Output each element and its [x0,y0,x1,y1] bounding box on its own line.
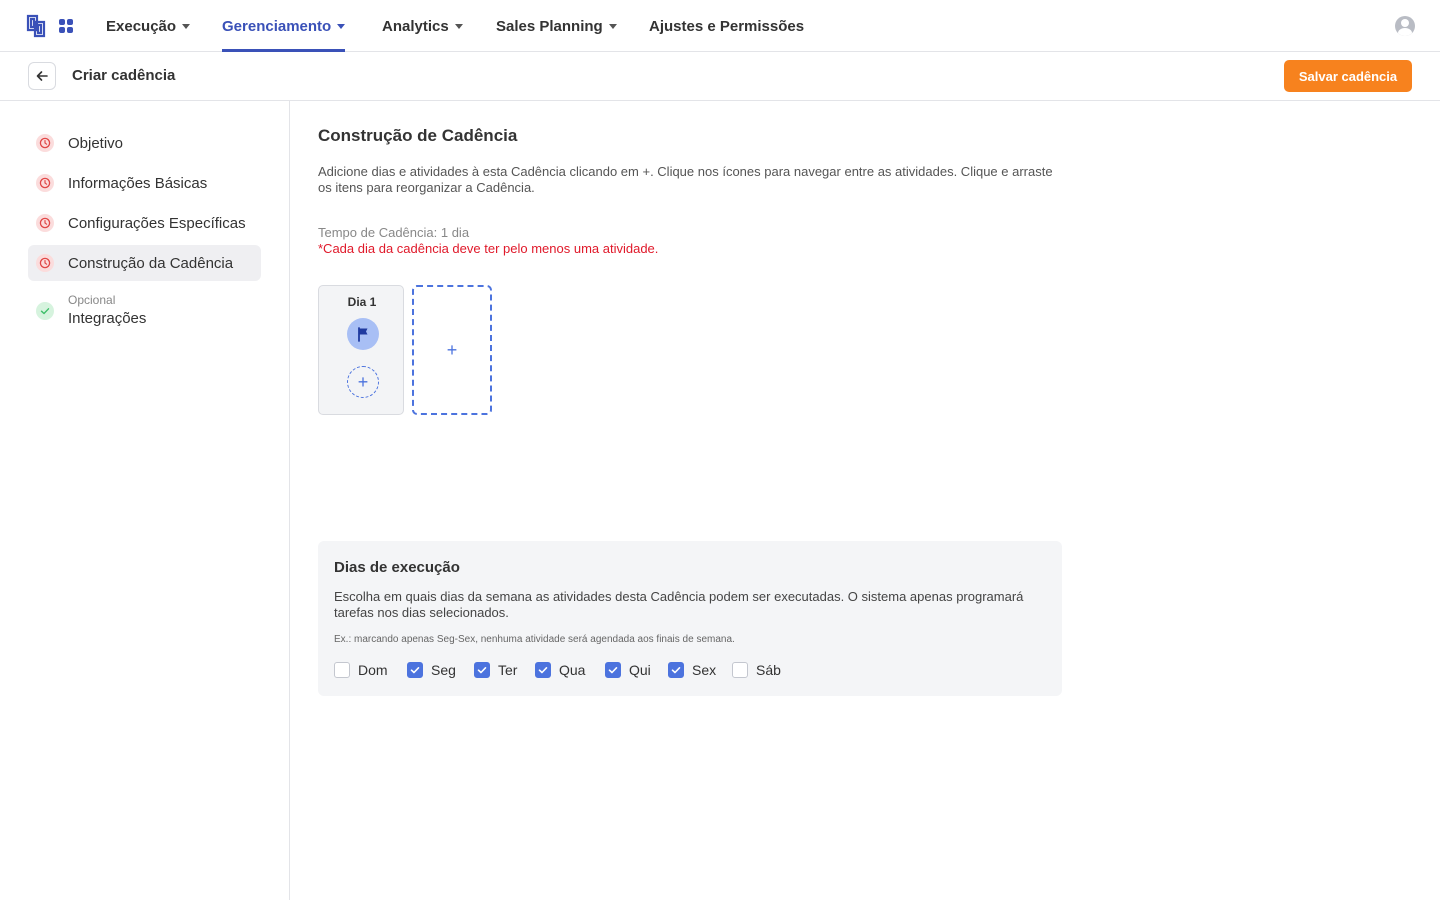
clock-alert-icon [36,174,54,192]
top-navbar: Execução Gerenciamento Analytics Sales P… [0,0,1440,52]
step-label: Informações Básicas [68,174,208,192]
check-icon [410,667,420,674]
nav-label: Sales Planning [496,17,603,35]
caret-down-icon [608,23,617,29]
nav-analytics[interactable]: Analytics [382,0,463,52]
section-description: Adicione dias e atividades à esta Cadênc… [318,164,1053,195]
section-title: Construção de Cadência [318,126,518,145]
execution-days-description: Escolha em quais dias da semana as ativi… [334,589,1024,620]
clock-alert-icon [36,134,54,152]
day-label: Dia 1 [347,295,377,309]
caret-down-icon [454,23,463,29]
checkbox-box[interactable] [605,662,621,678]
brand-logo-icon[interactable] [26,14,46,38]
cadence-duration: Tempo de Cadência: 1 dia [318,225,470,240]
checkbox-box[interactable] [474,662,490,678]
flag-activity-button[interactable] [347,318,379,350]
check-icon [608,667,618,674]
flag-icon [358,327,368,342]
checkbox-box[interactable] [668,662,684,678]
caret-down-icon [337,23,346,29]
page-title: Criar cadência [72,67,176,84]
checkbox-sab[interactable]: Sáb [732,661,781,679]
checkbox-sex[interactable]: Sex [668,661,716,679]
checkbox-box[interactable] [334,662,350,678]
apps-grid-icon[interactable] [59,19,73,33]
add-activity-button[interactable]: + [347,366,379,398]
check-icon [538,667,548,674]
check-circle-icon [36,302,54,320]
plus-icon: + [357,371,369,392]
save-cadence-button[interactable]: Salvar cadência [1284,60,1412,92]
checkbox-label: Ter [498,662,518,678]
nav-label: Ajustes e Permissões [649,17,805,35]
checkbox-label: Sáb [756,662,781,678]
checkbox-box[interactable] [732,662,748,678]
checkbox-qua[interactable]: Qua [535,661,585,679]
checkbox-dom[interactable]: Dom [334,661,388,679]
steps-sidebar: Objetivo Informações Básicas Configuraçõ… [0,101,290,900]
day-card[interactable]: Dia 1 + [318,285,404,415]
validation-warning: *Cada dia da cadência deve ter pelo meno… [318,241,659,256]
step-objetivo[interactable]: Objetivo [28,125,261,161]
checkbox-label: Qui [629,662,651,678]
execution-days-panel: Dias de execução Escolha em quais dias d… [318,541,1062,696]
caret-down-icon [182,23,191,29]
step-integracoes[interactable]: Opcional Integrações [28,291,261,331]
checkbox-ter[interactable]: Ter [474,661,517,679]
checkbox-label: Sex [692,662,717,678]
step-label: Integrações [68,310,147,327]
step-label: Construção da Cadência [68,254,234,272]
arrow-left-icon [36,71,48,81]
step-informacoes-basicas[interactable]: Informações Básicas [28,165,261,201]
checkbox-label: Seg [431,662,456,678]
nav-label: Execução [106,17,177,35]
add-day-button[interactable]: + [412,285,492,415]
checkbox-seg[interactable]: Seg [407,661,456,679]
nav-ajustes[interactable]: Ajustes e Permissões [649,0,804,52]
step-label: Objetivo [68,134,124,152]
clock-alert-icon [36,214,54,232]
checkbox-label: Qua [559,662,586,678]
page-header: Criar cadência Salvar cadência [0,52,1440,101]
execution-days-example: Ex.: marcando apenas Seg-Sex, nenhuma at… [334,634,735,645]
nav-label: Gerenciamento [222,17,332,35]
step-construcao-da-cadencia[interactable]: Construção da Cadência [28,245,261,281]
clock-alert-icon [36,254,54,272]
check-icon [477,667,487,674]
nav-execucao[interactable]: Execução [106,0,191,52]
step-label: Configurações Específicas [68,214,246,232]
step-optional-label: Opcional [68,293,116,307]
checkbox-box[interactable] [407,662,423,678]
step-configuracoes-especificas[interactable]: Configurações Específicas [28,205,261,241]
checkbox-label: Dom [358,662,388,678]
execution-days-title: Dias de execução [334,559,460,576]
check-icon [671,667,681,674]
checkbox-qui[interactable]: Qui [605,661,651,679]
plus-icon: + [446,339,458,360]
user-avatar-icon[interactable] [1395,16,1415,36]
checkbox-box[interactable] [535,662,551,678]
nav-gerenciamento[interactable]: Gerenciamento [222,0,346,52]
nav-sales-planning[interactable]: Sales Planning [496,0,617,52]
nav-label: Analytics [382,17,449,35]
back-button[interactable] [28,62,56,90]
